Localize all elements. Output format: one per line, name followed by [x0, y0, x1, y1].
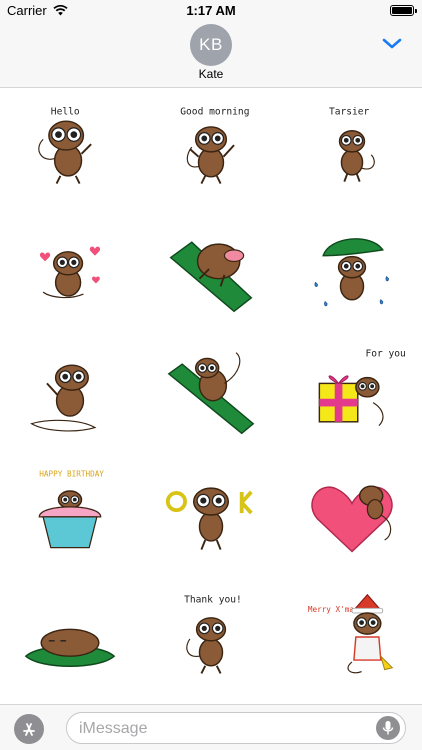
sticker-tarsier[interactable]: Tarsier: [282, 88, 422, 210]
tarsier-sticker-image: [30, 364, 97, 432]
sticker-hearts[interactable]: [0, 210, 140, 332]
contact-name[interactable]: Kate: [0, 67, 422, 81]
sticker-wave[interactable]: [0, 332, 140, 454]
sticker-ok[interactable]: [141, 454, 281, 576]
tarsier-sticker-image: [39, 246, 101, 299]
tarsier-sticker-image: HAPPY BIRTHDAY: [38, 470, 104, 549]
battery-icon: [390, 5, 417, 16]
tarsier-sticker-image: [165, 487, 253, 550]
tarsier-sticker-image: Good morning: [180, 106, 249, 184]
app-store-icon[interactable]: [14, 714, 44, 744]
tarsier-sticker-image: [311, 485, 393, 553]
tarsier-sticker-image: Hello: [38, 106, 92, 184]
sticker-caption: Hello: [51, 106, 80, 117]
sticker-climb-branch[interactable]: [141, 332, 281, 454]
conversation-header: KB Kate: [0, 22, 422, 88]
sticker-heart[interactable]: [282, 454, 422, 576]
sticker-caption: Thank you!: [184, 594, 242, 605]
sticker-good-morning[interactable]: Good morning: [141, 88, 281, 210]
sticker-hello[interactable]: Hello: [0, 88, 140, 210]
sticker-caption: For you: [365, 349, 405, 360]
chevron-down-icon[interactable]: [380, 35, 404, 51]
contact-avatar[interactable]: KB: [190, 24, 232, 66]
tarsier-sticker-image: [169, 241, 253, 313]
sticker-happy-birthday[interactable]: HAPPY BIRTHDAY: [0, 454, 140, 576]
sticker-sleep-leaf[interactable]: [0, 576, 140, 698]
message-field[interactable]: [66, 712, 406, 744]
sticker-rain-leaf[interactable]: [282, 210, 422, 332]
sticker-caption: Merry X'mas: [308, 605, 359, 614]
sticker-merry-xmas[interactable]: Merry X'mas: [282, 576, 422, 698]
tarsier-sticker-image: [24, 628, 116, 667]
sticker-caption: HAPPY BIRTHDAY: [39, 470, 104, 479]
tarsier-sticker-image: For you: [318, 349, 406, 427]
sticker-grid: Hello Good morning Tarsier For you HAPPY…: [0, 88, 422, 700]
tarsier-sticker-image: Merry X'mas: [308, 593, 394, 674]
sticker-caption: Tarsier: [329, 106, 370, 117]
clock: 1:17 AM: [186, 3, 236, 18]
tarsier-sticker-image: Tarsier: [329, 106, 375, 182]
sticker-for-you-gift[interactable]: For you: [282, 332, 422, 454]
status-bar: Carrier 1:17 AM: [0, 0, 422, 22]
tarsier-sticker-image: [167, 352, 255, 435]
sticker-hug-leaf[interactable]: [141, 210, 281, 332]
sticker-thank-you[interactable]: Thank you!: [141, 576, 281, 698]
microphone-icon[interactable]: [376, 716, 400, 740]
message-input-bar: [0, 704, 422, 750]
tarsier-sticker-image: Thank you!: [184, 594, 242, 674]
imessage-input[interactable]: [79, 718, 359, 740]
sticker-caption: Good morning: [180, 106, 249, 117]
tarsier-sticker-image: [314, 238, 389, 307]
